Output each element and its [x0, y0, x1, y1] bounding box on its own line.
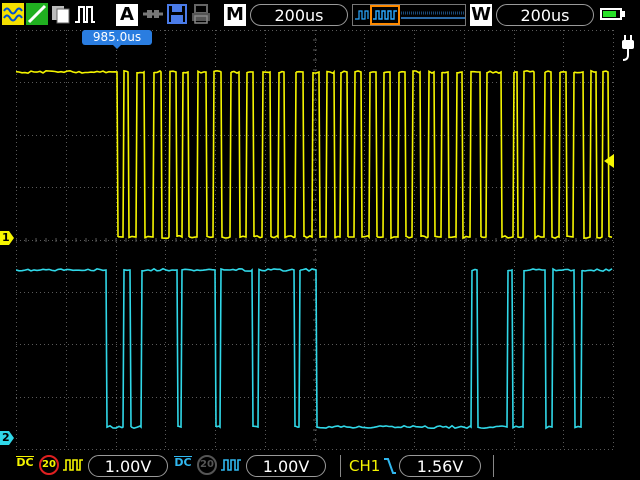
power-plug-glyph — [619, 34, 637, 64]
ch1-bw-limit-badge[interactable]: 20 — [39, 455, 59, 475]
waveform-mode-glyph — [2, 3, 24, 25]
ch1-bw-limit-label: 20 — [41, 457, 57, 473]
trigger-time-marker[interactable]: 985.0us — [82, 30, 152, 46]
ch2-ground-marker[interactable]: 2 — [0, 431, 14, 445]
ch1-ground-marker[interactable]: 1 — [0, 231, 14, 245]
ch2-invert-icon[interactable] — [220, 456, 242, 474]
ch2-marker-label: 2 — [2, 431, 10, 445]
ch1-coupling[interactable]: DC — [16, 456, 34, 468]
top-toolbar: A M 200us W 200us — [0, 0, 640, 30]
ch1-marker-label: 1 — [2, 231, 10, 245]
trigger-level-marker[interactable] — [602, 153, 616, 167]
trigger-time-pointer — [82, 44, 152, 50]
window-zoom-overview[interactable] — [352, 4, 466, 26]
trigger-level-arrow — [602, 154, 616, 168]
acquire-pulse-glyph — [74, 3, 96, 25]
measure-glyph — [26, 3, 48, 25]
ch2-bw-limit-label: 20 — [199, 457, 215, 473]
ch2-bw-limit-badge[interactable]: 20 — [197, 455, 217, 475]
trigger-source: CH1 — [349, 455, 380, 477]
trigger-slope-icon — [383, 457, 397, 475]
waveform-mode-icon[interactable] — [2, 3, 24, 25]
battery-fill — [603, 11, 616, 17]
timebase-display[interactable]: 200us — [250, 4, 348, 26]
trigger-info[interactable]: CH1 1.56V — [340, 455, 494, 477]
link-icon[interactable] — [142, 3, 164, 25]
print-icon[interactable] — [190, 3, 212, 25]
measure-icon[interactable] — [26, 3, 48, 25]
ch1-coupling-label: DC — [16, 456, 33, 469]
ch2-waveform — [16, 269, 612, 428]
ch2-coupling-label: DC — [174, 456, 191, 469]
window-label[interactable]: W — [470, 4, 492, 26]
ch1-invert-glyph — [62, 456, 84, 474]
trigger-level: 1.56V — [399, 455, 481, 477]
ch2-invert-glyph — [220, 456, 242, 474]
ch1-scale[interactable]: 1.00V — [88, 455, 168, 477]
battery-tip — [622, 11, 625, 17]
save-glyph — [166, 3, 188, 25]
auto-icon[interactable]: A — [116, 4, 138, 26]
math-glyph — [50, 3, 72, 25]
battery-outline — [600, 8, 622, 20]
ch2-scale[interactable]: 1.00V — [246, 455, 326, 477]
status-bar: DC 20 1.00V DC 20 1.00V CH1 1.56V — [0, 450, 640, 480]
waveform-display[interactable] — [16, 30, 614, 450]
math-icon[interactable] — [50, 3, 72, 25]
zoom-overview-glyph — [353, 5, 465, 25]
print-glyph — [190, 3, 212, 25]
trigger-time-box: 985.0us — [82, 30, 152, 45]
graticule — [16, 30, 614, 450]
ch2-coupling[interactable]: DC — [174, 456, 192, 468]
acquire-pulse-icon[interactable] — [74, 3, 96, 25]
power-plug-icon — [619, 34, 637, 64]
mode-label[interactable]: M — [224, 4, 246, 26]
save-icon[interactable] — [166, 3, 188, 25]
ch1-waveform — [16, 71, 612, 238]
link-glyph — [142, 3, 164, 25]
ch1-invert-icon[interactable] — [62, 456, 84, 474]
window-timebase-display[interactable]: 200us — [496, 4, 594, 26]
